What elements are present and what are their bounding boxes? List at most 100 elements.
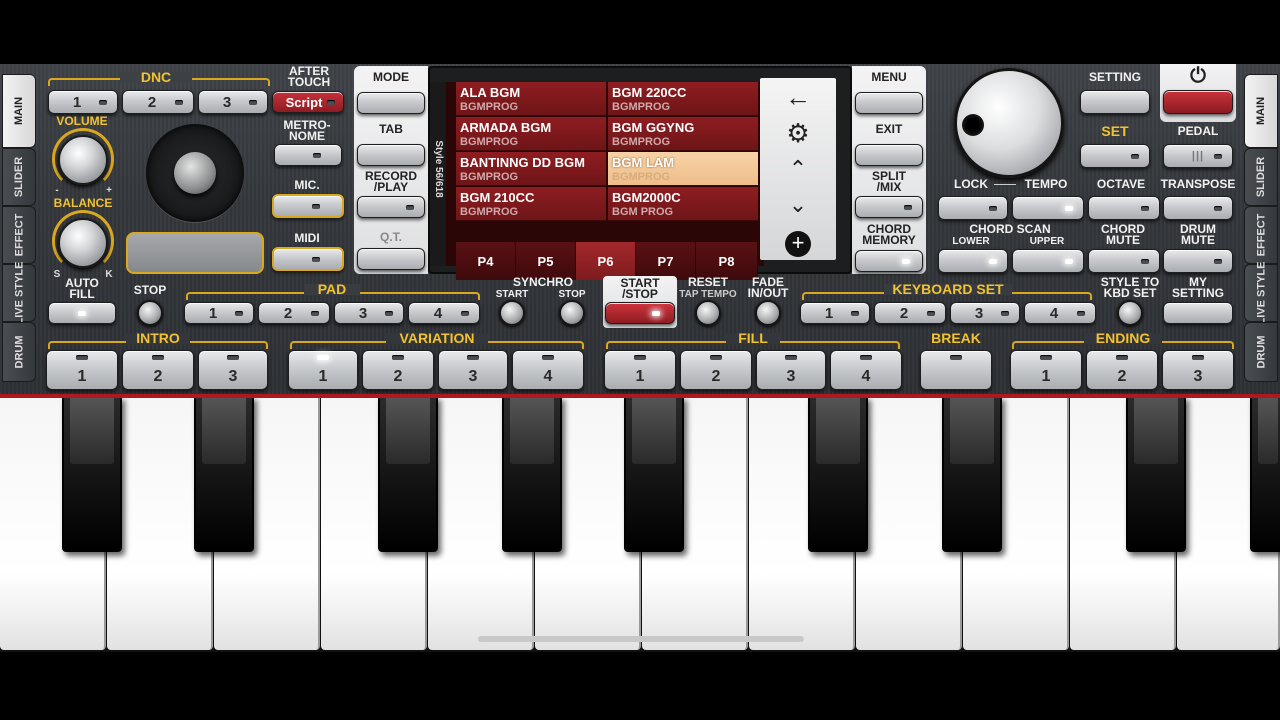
auto-fill-button[interactable] xyxy=(48,302,116,324)
style-item[interactable]: BANTINNG DD BGM BGMPROG xyxy=(456,152,606,186)
page-tab-p6[interactable]: P6 xyxy=(576,242,636,280)
dnc-button-2[interactable]: 2 xyxy=(122,90,194,114)
chord-scan-lower-button[interactable] xyxy=(938,249,1008,273)
black-key[interactable] xyxy=(1126,396,1186,552)
intro-button-3[interactable]: 3 xyxy=(198,350,268,390)
ending-button-1[interactable]: 1 xyxy=(1010,350,1082,390)
back-arrow-icon[interactable]: ← xyxy=(760,82,836,112)
variation-button-4[interactable]: 4 xyxy=(512,350,584,390)
style-to-kbd-set-button[interactable] xyxy=(1117,300,1143,326)
pitch-pad[interactable] xyxy=(126,232,264,274)
keyboard-set-button-1[interactable]: 1 xyxy=(800,302,870,324)
side-tab-main-left[interactable]: MAIN xyxy=(2,74,36,148)
pad-button-4[interactable]: 4 xyxy=(408,302,480,324)
ending-button-2[interactable]: 2 xyxy=(1086,350,1158,390)
lock-button[interactable] xyxy=(938,196,1008,220)
side-tab-main-right[interactable]: MAIN xyxy=(1244,74,1278,148)
script-button[interactable]: Script xyxy=(272,91,344,113)
side-tab-live-style-left[interactable]: LIVE STYLE xyxy=(2,262,36,324)
keyboard-set-button-4[interactable]: 4 xyxy=(1024,302,1096,324)
midi-button[interactable] xyxy=(272,247,344,271)
side-tab-effect-left[interactable]: EFFECT xyxy=(2,206,36,264)
ending-button-3[interactable]: 3 xyxy=(1162,350,1234,390)
balance-knob[interactable] xyxy=(58,218,108,268)
black-key[interactable] xyxy=(942,396,1002,552)
qt-button[interactable] xyxy=(357,248,425,270)
black-key[interactable] xyxy=(194,396,254,552)
set-button[interactable] xyxy=(1080,144,1150,168)
chevron-down-icon[interactable]: ⌄ xyxy=(760,190,836,220)
dnc-button-3[interactable]: 3 xyxy=(198,90,268,114)
split-mix-button[interactable] xyxy=(855,196,923,218)
fill-button-1[interactable]: 1 xyxy=(604,350,676,390)
chord-memory-button[interactable] xyxy=(855,250,923,272)
synchro-start-button[interactable] xyxy=(499,300,525,326)
side-tab-effect-right[interactable]: EFFECT xyxy=(1244,206,1278,264)
page-tab-p7[interactable]: P7 xyxy=(636,242,696,280)
power-button[interactable] xyxy=(1163,90,1233,114)
setting-button[interactable] xyxy=(1080,90,1150,114)
exit-button[interactable] xyxy=(855,144,923,166)
chord-scan-upper-button[interactable] xyxy=(1012,249,1084,273)
black-key[interactable] xyxy=(808,396,868,552)
side-tab-drum-right[interactable]: DRUM xyxy=(1244,322,1278,382)
intro-button-2[interactable]: 2 xyxy=(122,350,194,390)
mic-button[interactable] xyxy=(272,194,344,218)
chord-mute-button[interactable] xyxy=(1088,249,1160,273)
tempo-button[interactable] xyxy=(1012,196,1084,220)
black-key[interactable] xyxy=(1250,396,1280,552)
side-tab-slider-left[interactable]: SLIDER xyxy=(2,148,36,206)
chevron-up-icon[interactable]: ⌃ xyxy=(760,154,836,184)
pedal-button[interactable]: ||| xyxy=(1163,144,1233,168)
fill-button-3[interactable]: 3 xyxy=(756,350,826,390)
fill-button-4[interactable]: 4 xyxy=(830,350,902,390)
home-indicator[interactable] xyxy=(478,636,804,642)
style-item[interactable]: BGM 210CC BGMPROG xyxy=(456,187,606,221)
add-icon[interactable]: + xyxy=(760,226,836,257)
black-key[interactable] xyxy=(502,396,562,552)
joystick[interactable] xyxy=(174,152,216,194)
start-stop-button[interactable] xyxy=(605,302,675,324)
menu-button[interactable] xyxy=(855,92,923,114)
fill-button-2[interactable]: 2 xyxy=(680,350,752,390)
variation-button-3[interactable]: 3 xyxy=(438,350,508,390)
variation-button-1[interactable]: 1 xyxy=(288,350,358,390)
record-play-button[interactable] xyxy=(357,196,425,218)
metronome-button[interactable] xyxy=(274,144,342,166)
intro-button-1[interactable]: 1 xyxy=(46,350,118,390)
style-item-selected[interactable]: BGM LAM BGMPROG xyxy=(608,152,758,186)
page-tab-p4[interactable]: P4 xyxy=(456,242,516,280)
drum-mute-button[interactable] xyxy=(1163,249,1233,273)
pad-button-3[interactable]: 3 xyxy=(334,302,404,324)
pad-button-1[interactable]: 1 xyxy=(184,302,254,324)
style-item[interactable]: BGM GGYNG BGMPROG xyxy=(608,117,758,151)
pad-stop-button[interactable] xyxy=(137,300,163,326)
side-tab-drum-left[interactable]: DRUM xyxy=(2,322,36,382)
style-item[interactable]: ALA BGM BGMPROG xyxy=(456,82,606,116)
dnc-button-1[interactable]: 1 xyxy=(48,90,118,114)
reset-tap-tempo-button[interactable] xyxy=(695,300,721,326)
settings-gear-icon[interactable]: ⚙ xyxy=(760,118,836,148)
black-key[interactable] xyxy=(624,396,684,552)
style-item[interactable]: BGM 220CC BGMPROG xyxy=(608,82,758,116)
side-tab-slider-right[interactable]: SLIDER xyxy=(1244,148,1278,206)
led-indicator xyxy=(851,311,859,316)
style-item[interactable]: BGM2000C BGM PROG xyxy=(608,187,758,221)
volume-knob[interactable] xyxy=(58,135,108,185)
style-item[interactable]: ARMADA BGM BGMPROG xyxy=(456,117,606,151)
black-key[interactable] xyxy=(62,396,122,552)
side-tab-live-style-right[interactable]: LIVE STYLE xyxy=(1244,262,1278,324)
tab-button[interactable] xyxy=(357,144,425,166)
synchro-stop-button[interactable] xyxy=(559,300,585,326)
fade-in-out-button[interactable] xyxy=(755,300,781,326)
break-button[interactable] xyxy=(920,350,992,390)
my-setting-button[interactable] xyxy=(1163,302,1233,324)
variation-button-2[interactable]: 2 xyxy=(362,350,434,390)
keyboard-set-button-3[interactable]: 3 xyxy=(950,302,1020,324)
mode-button[interactable] xyxy=(357,92,425,114)
keyboard-set-button-2[interactable]: 2 xyxy=(874,302,946,324)
pad-button-2[interactable]: 2 xyxy=(258,302,330,324)
black-key[interactable] xyxy=(378,396,438,552)
octave-button[interactable] xyxy=(1088,196,1160,220)
transpose-button[interactable] xyxy=(1163,196,1233,220)
